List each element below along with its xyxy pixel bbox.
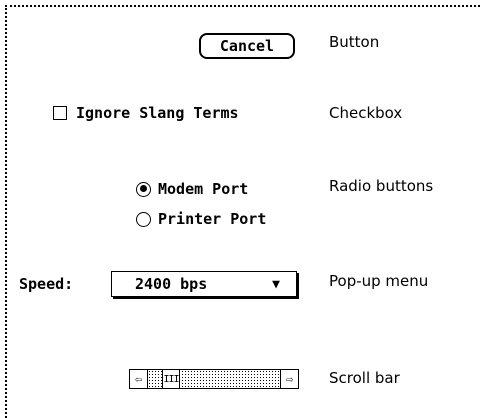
speed-popup-menu[interactable]: 2400 bps ▼ [111, 271, 297, 297]
checkbox-box[interactable] [53, 106, 67, 120]
radio-printer-port[interactable]: Printer Port [136, 210, 266, 228]
radio-selected-icon[interactable] [136, 181, 151, 197]
checkbox-label: Ignore Slang Terms [76, 104, 239, 122]
grip-icon: III [163, 373, 179, 385]
popup-caption: Pop-up menu [329, 272, 429, 290]
radio-unselected-icon[interactable] [136, 211, 151, 227]
horizontal-scrollbar[interactable]: ⇦ III ⇨ [129, 369, 299, 389]
arrow-left-icon[interactable]: ⇦ [130, 370, 148, 388]
button-caption: Button [329, 33, 380, 51]
cancel-button-label: Cancel [219, 37, 275, 55]
scrollbar-caption: Scroll bar [329, 369, 400, 387]
triangle-down-icon: ▼ [272, 276, 280, 292]
checkbox-caption: Checkbox [329, 104, 403, 122]
arrow-right-icon[interactable]: ⇨ [280, 370, 298, 388]
speed-label: Speed: [19, 275, 74, 293]
ignore-slang-checkbox[interactable]: Ignore Slang Terms [53, 104, 239, 122]
cancel-button[interactable]: Cancel [199, 33, 295, 59]
popup-value: 2400 bps [135, 275, 208, 293]
radio-modem-port[interactable]: Modem Port [136, 180, 248, 198]
scroll-thumb[interactable]: III [162, 370, 180, 388]
radio-printer-label: Printer Port [158, 210, 267, 228]
radio-modem-label: Modem Port [158, 180, 249, 198]
radio-caption: Radio buttons [329, 177, 434, 195]
